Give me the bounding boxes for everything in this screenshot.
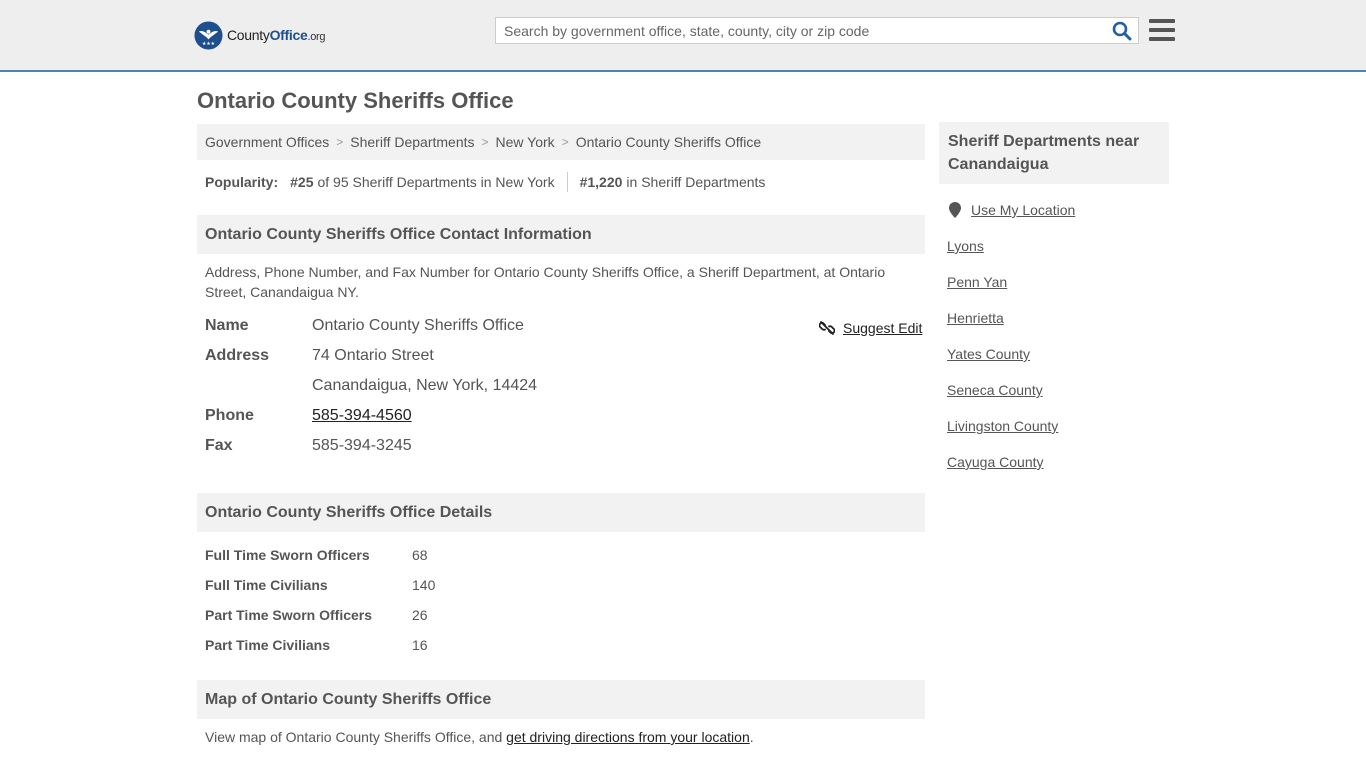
sidebar-link-henrietta[interactable]: Henrietta <box>947 310 1004 326</box>
popularity-label: Popularity: <box>205 174 279 190</box>
fax-value: 585-394-3245 <box>312 437 412 454</box>
phone-label: Phone <box>205 407 254 424</box>
search-icon[interactable] <box>1112 21 1132 41</box>
suggest-edit-label: Suggest Edit <box>843 320 923 336</box>
map-text-end: . <box>749 729 754 745</box>
chevron-right-icon: > <box>481 135 489 149</box>
sidebar-link-lyons[interactable]: Lyons <box>947 238 984 254</box>
map-pin-icon <box>949 202 961 218</box>
detail-value: 140 <box>412 577 436 593</box>
state-rank: #25 <box>290 174 314 190</box>
search-box <box>495 17 1139 44</box>
driving-directions-link[interactable]: get driving directions from your locatio… <box>506 729 750 745</box>
sidebar-link-seneca-county[interactable]: Seneca County <box>947 382 1043 398</box>
breadcrumb-government-offices[interactable]: Government Offices <box>205 134 329 150</box>
site-logo[interactable]: ★★★ CountyOffice.org <box>194 20 326 50</box>
map-description: View map of Ontario County Sheriffs Offi… <box>205 727 905 747</box>
use-my-location-label: Use My Location <box>971 202 1076 218</box>
sidebar-link-yates-county[interactable]: Yates County <box>947 346 1030 362</box>
use-my-location-link[interactable]: Use My Location <box>949 201 1075 219</box>
name-label: Name <box>205 317 249 334</box>
logo-eagle-icon: ★★★ <box>194 20 223 50</box>
breadcrumb-new-york[interactable]: New York <box>496 134 555 150</box>
detail-label: Part Time Sworn Officers <box>205 607 373 623</box>
detail-label: Full Time Civilians <box>205 577 328 593</box>
popularity-bar: Popularity: #25 of 95 Sheriff Department… <box>205 172 765 192</box>
sidebar-link-penn-yan[interactable]: Penn Yan <box>947 274 1007 290</box>
chevron-right-icon: > <box>561 135 569 149</box>
chevron-right-icon: > <box>336 135 344 149</box>
phone-link[interactable]: 585-394-4560 <box>312 407 412 425</box>
fax-label: Fax <box>205 437 233 454</box>
sidebar-heading: Sheriff Departments near Canandaigua <box>939 122 1169 184</box>
divider <box>566 172 568 192</box>
search-input[interactable] <box>496 18 1104 43</box>
site-header: ★★★ CountyOffice.org <box>0 0 1366 72</box>
suggest-edit-button[interactable]: Suggest Edit <box>819 318 922 338</box>
overall-rank: #1,220 <box>579 174 623 190</box>
address-line-2: Canandaigua, New York, 14424 <box>312 377 538 394</box>
contact-heading: Ontario County Sheriffs Office Contact I… <box>197 215 925 254</box>
address-line-1: 74 Ontario Street <box>312 347 434 364</box>
state-rank-text: of 95 Sheriff Departments in New York <box>317 174 555 190</box>
detail-value: 26 <box>412 607 428 623</box>
detail-value: 68 <box>412 547 428 563</box>
breadcrumb-sheriff-departments[interactable]: Sheriff Departments <box>350 134 474 150</box>
sidebar-link-cayuga-county[interactable]: Cayuga County <box>947 454 1044 470</box>
detail-label: Part Time Civilians <box>205 637 331 653</box>
map-heading: Map of Ontario County Sheriffs Office <box>197 680 925 719</box>
logo-text: CountyOffice.org <box>227 27 326 43</box>
address-label: Address <box>205 347 270 364</box>
detail-value: 16 <box>412 637 428 653</box>
map-text: View map of Ontario County Sheriffs Offi… <box>205 729 507 745</box>
name-value: Ontario County Sheriffs Office <box>312 317 524 334</box>
contact-description: Address, Phone Number, and Fax Number fo… <box>205 264 886 300</box>
breadcrumb-current: Ontario County Sheriffs Office <box>575 134 762 150</box>
sidebar-link-livingston-county[interactable]: Livingston County <box>947 418 1058 434</box>
breadcrumb: Government Offices > Sheriff Departments… <box>197 124 925 160</box>
unlink-icon <box>819 321 835 335</box>
page-title: Ontario County Sheriffs Office <box>197 88 514 113</box>
hamburger-menu-icon[interactable] <box>1149 19 1175 41</box>
detail-label: Full Time Sworn Officers <box>205 547 370 563</box>
svg-text:★★★: ★★★ <box>202 41 216 47</box>
details-heading: Ontario County Sheriffs Office Details <box>197 493 925 532</box>
overall-rank-text: in Sheriff Departments <box>626 174 766 190</box>
